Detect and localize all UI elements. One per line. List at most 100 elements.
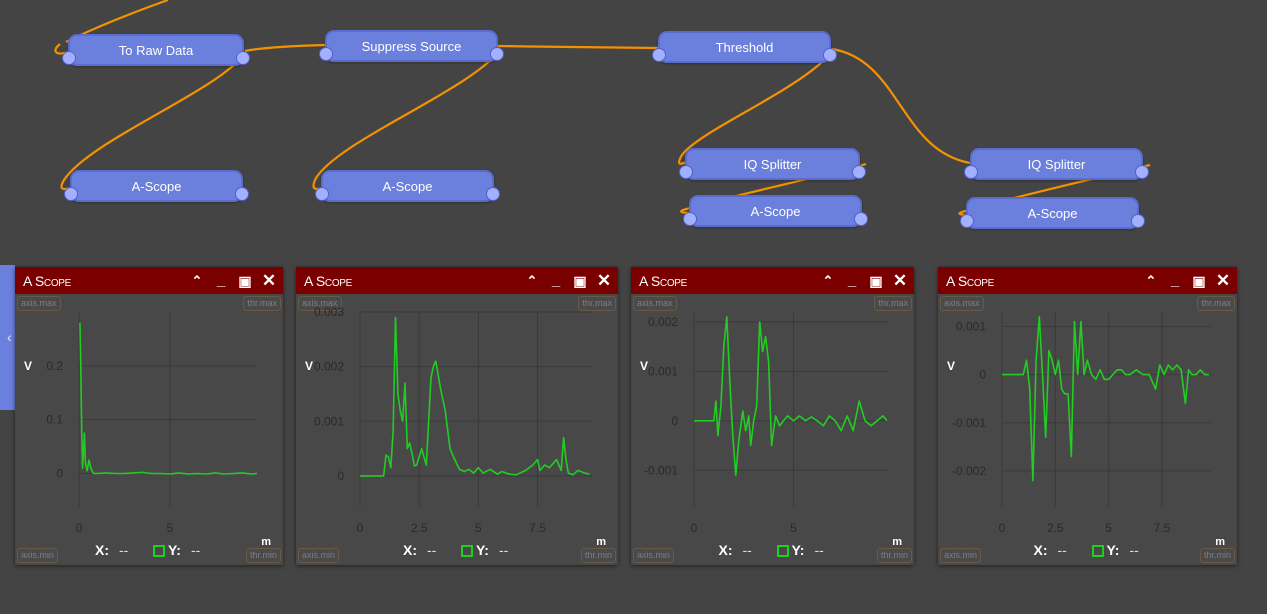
collapse-icon[interactable]: ⌃: [189, 274, 205, 287]
node-a-scope-4[interactable]: A-Scope: [960, 197, 1145, 229]
node-suppress-source[interactable]: Suppress Source: [319, 30, 504, 62]
y-tick-label: 0.002: [648, 315, 678, 329]
axis-min-input[interactable]: axis.min: [633, 548, 675, 563]
series-legend-swatch[interactable]: [461, 545, 473, 557]
wire-suppress-to-ascope2[interactable]: [312, 49, 501, 191]
close-icon[interactable]: ✕: [892, 272, 908, 289]
input-port[interactable]: [315, 187, 329, 201]
scope-plot[interactable]: 0 0.1 0.2 0 5: [15, 294, 283, 544]
y-readout-value: --: [814, 542, 824, 558]
scope-title: A Scope: [23, 272, 72, 289]
thr-min-input[interactable]: thr.min: [580, 548, 616, 563]
node-label: Suppress Source: [361, 38, 462, 54]
output-port[interactable]: [854, 212, 868, 226]
minimize-icon[interactable]: _: [548, 273, 564, 288]
node-iq-splitter-2[interactable]: IQ Splitter: [964, 148, 1149, 180]
scope-header[interactable]: A Scope ⌃ _ ▣ ✕: [631, 267, 914, 294]
y-readout-label: Y:: [791, 542, 805, 558]
maximize-icon[interactable]: ▣: [572, 274, 588, 288]
output-port[interactable]: [852, 165, 866, 179]
wire-suppress-to-threshold[interactable]: [497, 44, 659, 50]
series-legend-swatch[interactable]: [153, 545, 165, 557]
x-readout-label: X:: [95, 542, 109, 558]
series-legend-swatch[interactable]: [1091, 545, 1104, 557]
minimize-icon[interactable]: _: [213, 273, 229, 288]
scope-title: A Scope: [946, 272, 995, 289]
output-port[interactable]: [236, 51, 250, 65]
close-icon[interactable]: ✕: [596, 272, 612, 289]
scope-header[interactable]: A Scope ⌃ _ ▣ ✕: [938, 267, 1237, 294]
scope-header[interactable]: A Scope ⌃ _ ▣ ✕: [15, 267, 283, 294]
maximize-icon[interactable]: ▣: [237, 274, 253, 288]
maximize-icon[interactable]: ▣: [1191, 274, 1207, 288]
node-threshold[interactable]: Threshold: [652, 31, 837, 63]
node-iq-splitter-1[interactable]: IQ Splitter: [679, 148, 866, 180]
y-tick-label: 0: [979, 368, 986, 382]
scope-header[interactable]: A Scope ⌃ _ ▣ ✕: [296, 267, 618, 294]
x-readout: X: --: [95, 542, 128, 558]
node-a-scope-2[interactable]: A-Scope: [315, 170, 500, 202]
axis-min-input[interactable]: axis.min: [940, 548, 982, 563]
thr-min-input[interactable]: thr.min: [245, 548, 281, 563]
wire-threshold-to-iq2[interactable]: [831, 47, 971, 165]
close-icon[interactable]: ✕: [261, 272, 277, 289]
wire-threshold-to-iq1[interactable]: [677, 51, 833, 165]
signal-line: [1002, 315, 1209, 482]
y-tick-label: -0.001: [644, 463, 678, 477]
y-tick-label: -0.002: [952, 464, 986, 478]
input-port[interactable]: [683, 212, 697, 226]
thr-min-input[interactable]: thr.min: [1199, 548, 1235, 563]
output-port[interactable]: [823, 48, 837, 62]
x-tick-label: 2.5: [411, 521, 428, 535]
node-to-raw-data[interactable]: To Raw Data: [62, 34, 250, 66]
y-readout: Y: --: [1107, 542, 1139, 558]
output-port[interactable]: [490, 47, 504, 61]
close-icon[interactable]: ✕: [1215, 272, 1231, 289]
y-readout-label: Y:: [1106, 542, 1120, 558]
thr-min-input[interactable]: thr.min: [876, 548, 912, 563]
scope-plot[interactable]: 0 0.001 0.002 0.003 0 2.5 5 7.5: [296, 294, 618, 544]
wire-raw-to-ascope1[interactable]: [60, 52, 246, 191]
x-readout-value: --: [427, 542, 437, 558]
input-port[interactable]: [960, 214, 974, 228]
axis-min-input[interactable]: axis.min: [17, 548, 59, 563]
scope-title: A Scope: [639, 272, 688, 289]
minimize-icon[interactable]: _: [844, 273, 860, 288]
input-port[interactable]: [652, 48, 666, 62]
collapse-icon[interactable]: ⌃: [524, 274, 540, 287]
y-readout: Y: --: [168, 542, 200, 558]
y-readout: Y: --: [792, 542, 824, 558]
a-scope-window-1: A Scope ⌃ _ ▣ ✕ axis.max thr.max axis.mi…: [15, 267, 283, 565]
output-port[interactable]: [235, 187, 249, 201]
input-port[interactable]: [964, 165, 978, 179]
wire-raw-to-suppress[interactable]: [244, 43, 326, 53]
input-port[interactable]: [319, 47, 333, 61]
node-a-scope-3[interactable]: A-Scope: [683, 195, 868, 227]
x-tick-label: 0: [76, 521, 83, 535]
y-readout: Y: --: [476, 542, 508, 558]
sidebar-toggle[interactable]: ‹: [0, 265, 15, 410]
x-readout: X: --: [719, 542, 752, 558]
y-tick-label: 0.2: [46, 359, 63, 373]
input-port[interactable]: [62, 51, 76, 65]
scope-plot[interactable]: -0.002 -0.001 0 0.001 0 2.5 5 7.5: [938, 294, 1237, 544]
y-tick-label: 0.1: [46, 413, 63, 427]
scope-plot[interactable]: -0.001 0 0.001 0.002 0 5: [631, 294, 914, 544]
x-readout-label: X:: [403, 542, 417, 558]
input-port[interactable]: [64, 187, 78, 201]
collapse-icon[interactable]: ⌃: [820, 274, 836, 287]
output-port[interactable]: [1131, 214, 1145, 228]
axis-min-input[interactable]: axis.min: [298, 548, 340, 563]
x-tick-label: 5: [166, 521, 173, 535]
series-legend-swatch[interactable]: [776, 545, 789, 557]
collapse-icon[interactable]: ⌃: [1143, 274, 1159, 287]
output-port[interactable]: [1135, 165, 1149, 179]
y-tick-label: 0.001: [956, 319, 986, 333]
y-tick-label: 0: [337, 469, 344, 483]
x-readout: X: --: [403, 542, 436, 558]
node-a-scope-1[interactable]: A-Scope: [64, 170, 249, 202]
maximize-icon[interactable]: ▣: [868, 274, 884, 288]
input-port[interactable]: [679, 165, 693, 179]
output-port[interactable]: [486, 187, 500, 201]
minimize-icon[interactable]: _: [1167, 273, 1183, 288]
